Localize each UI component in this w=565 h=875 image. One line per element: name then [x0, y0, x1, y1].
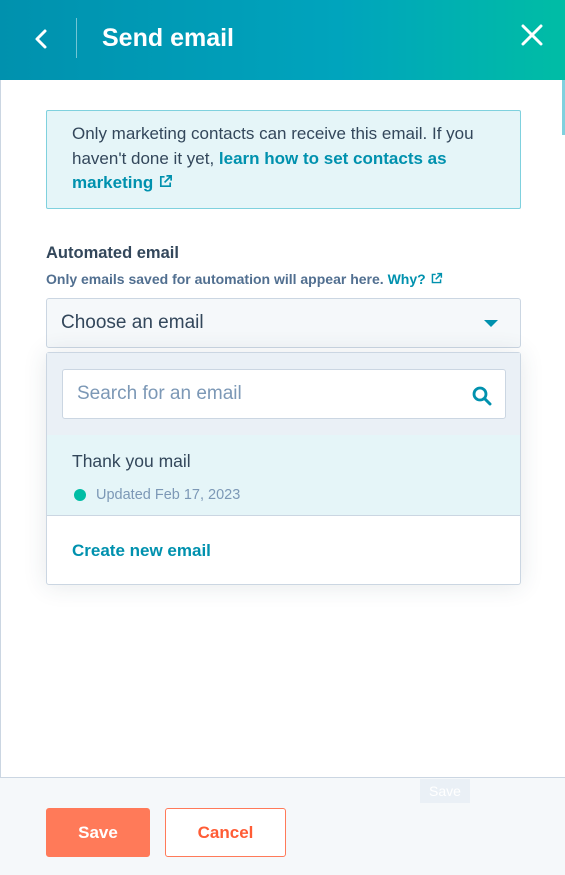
chevron-left-icon [35, 29, 47, 49]
cancel-button[interactable]: Cancel [165, 808, 286, 857]
email-dropdown: Thank you mail Updated Feb 17, 2023 Crea… [46, 352, 521, 585]
select-value: Choose an email [61, 312, 204, 333]
dropdown-divider [47, 515, 520, 516]
panel-header: Send email [0, 0, 565, 80]
caret-down-icon [484, 320, 498, 327]
help-text: Only emails saved for automation will ap… [46, 271, 388, 287]
search-icon[interactable] [472, 386, 492, 406]
email-option-updated: Updated Feb 17, 2023 [96, 487, 241, 503]
panel-title: Send email [102, 24, 234, 52]
email-option-name: Thank you mail [72, 451, 191, 471]
search-input[interactable] [62, 369, 506, 419]
automated-email-label: Automated email [46, 244, 179, 262]
automated-email-help: Only emails saved for automation will ap… [46, 271, 443, 287]
close-button[interactable] [517, 20, 547, 50]
create-new-email-link[interactable]: Create new email [72, 541, 211, 561]
panel-left-border [0, 80, 1, 875]
header-divider [76, 18, 77, 58]
back-button[interactable] [24, 22, 58, 56]
external-link-icon [431, 272, 442, 284]
save-tooltip: Save [420, 779, 470, 803]
email-select[interactable]: Choose an email [46, 298, 521, 348]
email-option[interactable]: Thank you mail Updated Feb 17, 2023 [47, 435, 520, 515]
marketing-contacts-notice: Only marketing contacts can receive this… [46, 110, 521, 209]
close-icon [521, 24, 543, 46]
save-button[interactable]: Save [46, 808, 150, 857]
why-link[interactable]: Why? [388, 271, 443, 287]
search-area [47, 353, 520, 435]
status-dot [74, 489, 86, 501]
external-link-icon [159, 175, 172, 188]
